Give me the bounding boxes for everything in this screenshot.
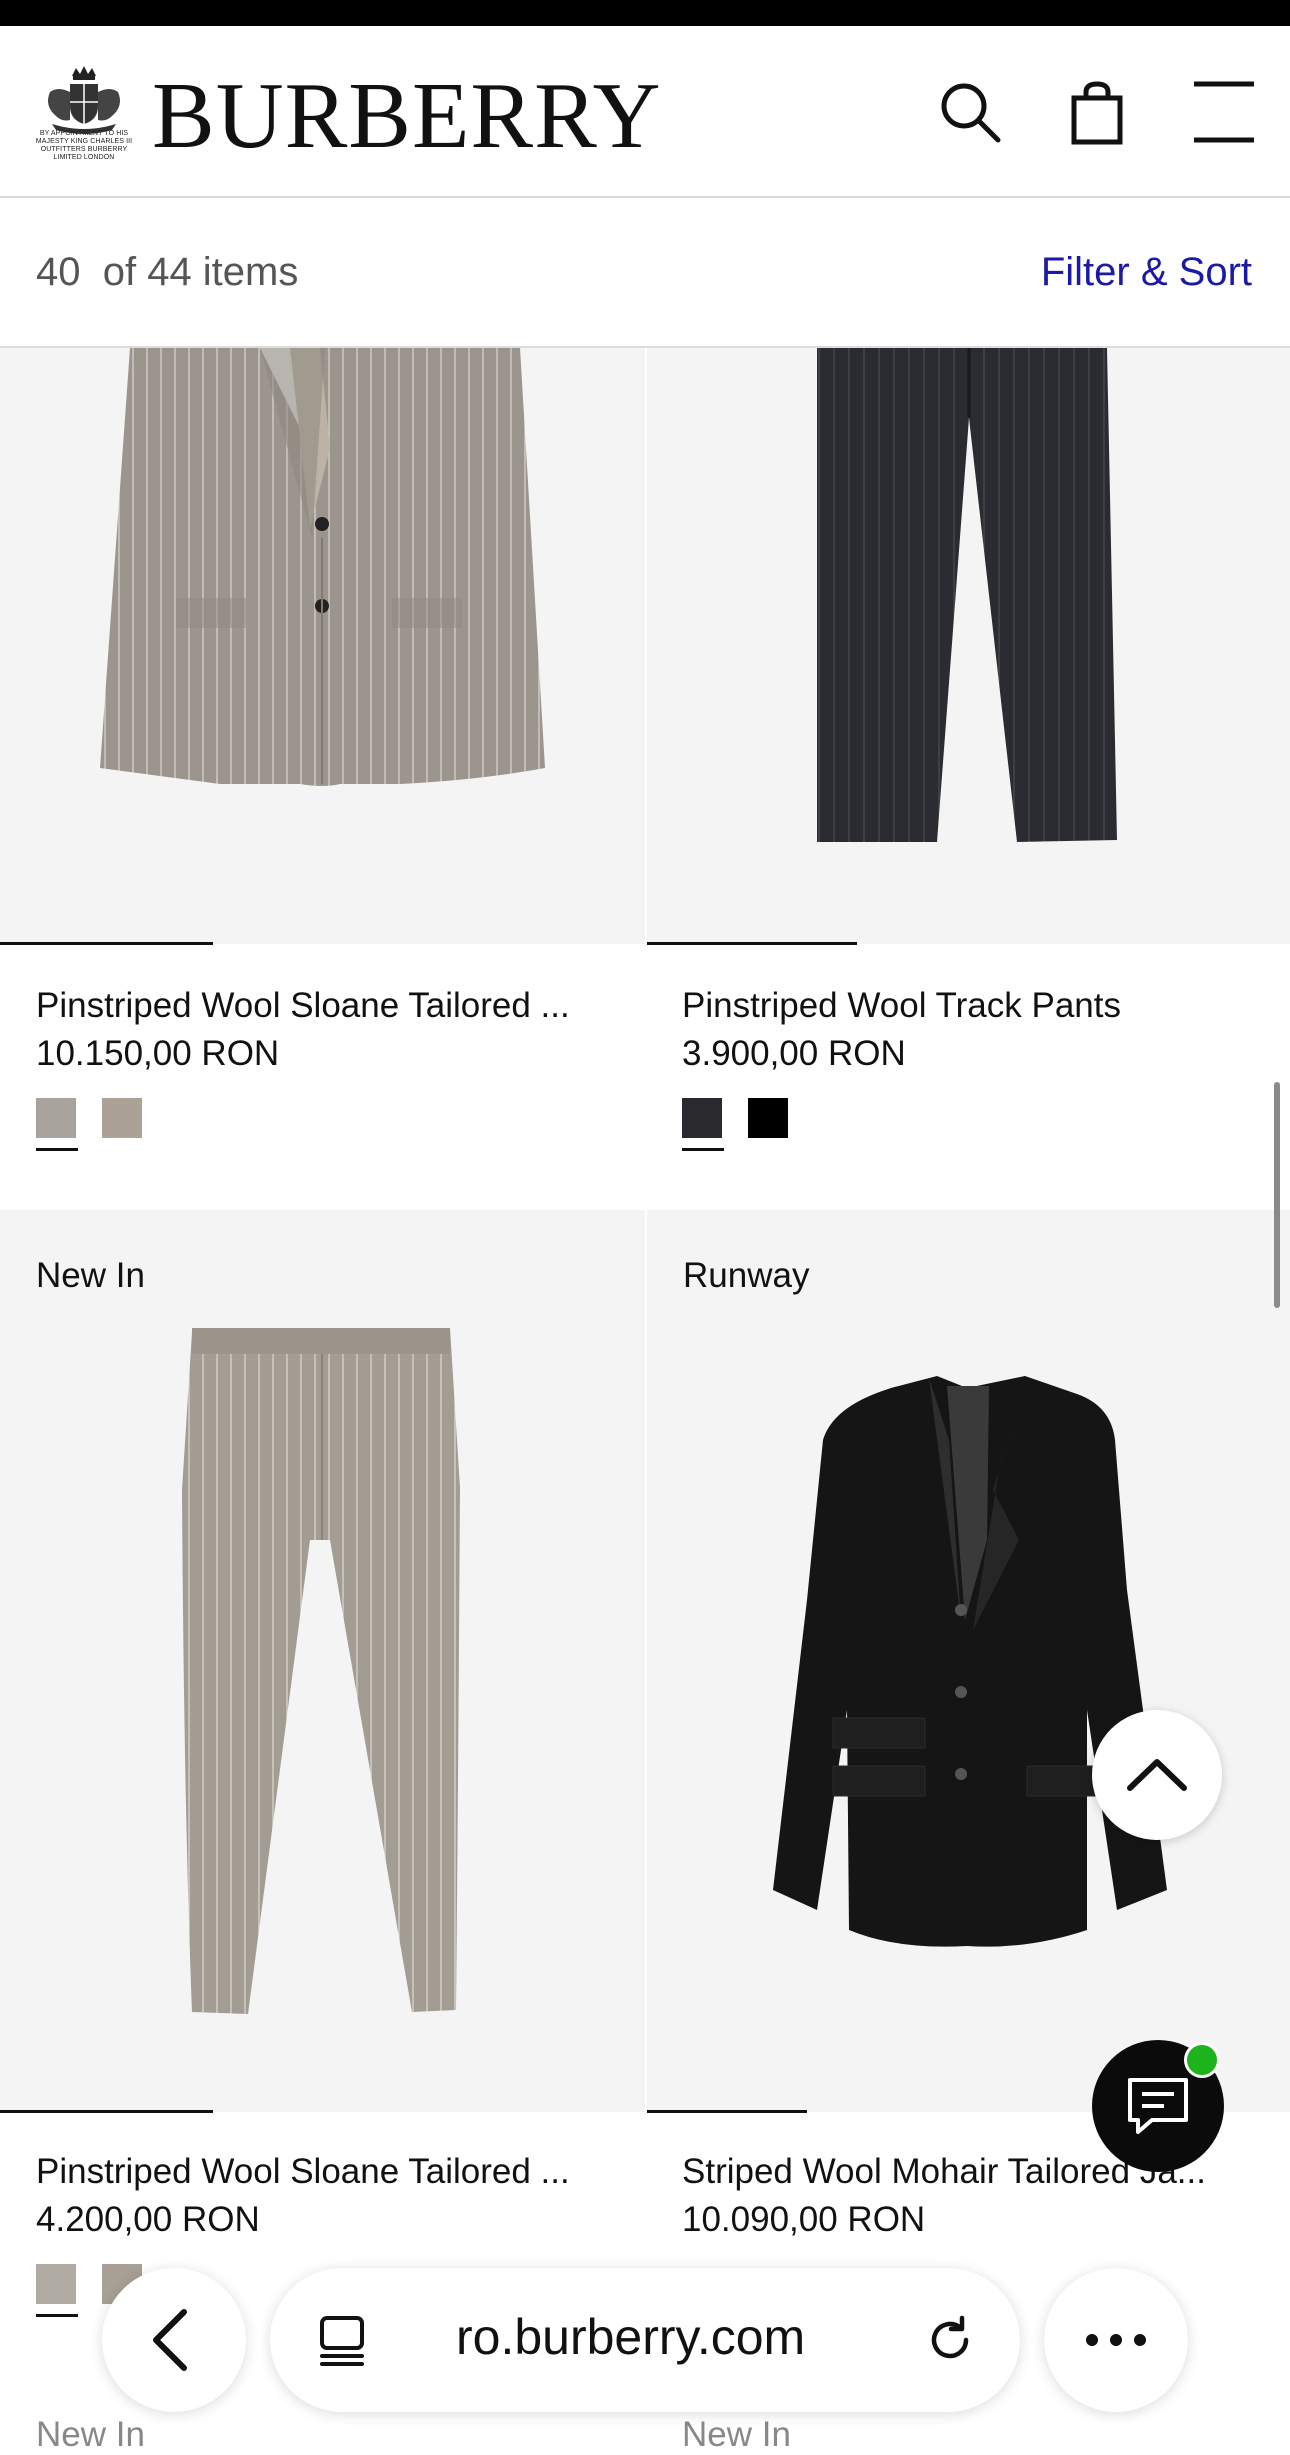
product-name[interactable]: Pinstriped Wool Sloane Tailored ... — [36, 2152, 570, 2192]
browser-url[interactable]: ro.burberry.com — [456, 2308, 805, 2366]
swatch-selected-indicator — [36, 2314, 78, 2317]
color-swatch[interactable] — [748, 1098, 788, 1138]
color-swatch[interactable] — [102, 1098, 142, 1138]
product-name[interactable]: Pinstriped Wool Sloane Tailored ... — [36, 986, 570, 1026]
trousers-charcoal-image — [817, 348, 1117, 842]
image-carousel-progress — [647, 2110, 807, 2113]
back-icon — [153, 2309, 187, 2371]
royal-warrant-text: BY APPOINTMENT TO HIS MAJESTY KING CHARL… — [35, 130, 133, 161]
back-to-top-button[interactable] — [1092, 1710, 1222, 1840]
more-icon — [1086, 2334, 1146, 2346]
product-price: 10.150,00 RON — [36, 1034, 280, 1073]
site-header: BY APPOINTMENT TO HIS MAJESTY KING CHARL… — [0, 26, 1290, 198]
product-name[interactable]: Pinstriped Wool Track Pants — [682, 986, 1121, 1026]
reload-icon[interactable] — [920, 2310, 980, 2370]
filter-sort-button[interactable]: Filter & Sort — [1041, 250, 1252, 295]
color-swatch[interactable] — [36, 2264, 76, 2304]
results-bar: 40 of 44 items Filter & Sort — [0, 198, 1290, 348]
product-price: 10.090,00 RON — [682, 2200, 926, 2239]
search-icon[interactable] — [936, 78, 1006, 148]
items-count: 40 of 44 items — [36, 250, 299, 294]
page-scrollbar[interactable] — [1274, 1082, 1280, 1308]
trousers-grey-image — [182, 1328, 460, 2014]
product-tag: New In — [36, 2415, 145, 2454]
swatch-selected-indicator — [682, 1148, 724, 1151]
tabs-icon[interactable] — [314, 2312, 370, 2368]
color-swatch[interactable] — [36, 1098, 76, 1138]
product-price: 3.900,00 RON — [682, 1034, 906, 1073]
product-image-trousers-grey[interactable]: New In — [0, 1210, 645, 2112]
product-image-jacket-grey[interactable] — [0, 348, 645, 944]
product-image-jacket-black[interactable]: Runway — [647, 1210, 1290, 2112]
image-carousel-progress — [647, 942, 857, 945]
jacket-grey-image — [100, 348, 545, 786]
chat-online-indicator — [1184, 2042, 1220, 2078]
shopping-bag-icon[interactable] — [1064, 78, 1134, 148]
product-price: 4.200,00 RON — [36, 2200, 260, 2239]
menu-icon[interactable] — [1190, 78, 1260, 148]
brand-logo[interactable]: BURBERRY — [152, 66, 662, 166]
browser-more-button[interactable] — [1044, 2268, 1188, 2412]
color-swatch[interactable] — [682, 1098, 722, 1138]
status-bar — [0, 0, 1290, 26]
chevron-up-icon — [1127, 1759, 1187, 1791]
jacket-black-image — [773, 1376, 1167, 1947]
product-image-trousers-charcoal[interactable] — [647, 348, 1290, 944]
image-carousel-progress — [0, 2110, 213, 2113]
product-tag: New In — [682, 2415, 791, 2454]
browser-back-button[interactable] — [102, 2268, 246, 2412]
image-carousel-progress — [0, 942, 213, 945]
swatch-selected-indicator — [36, 1148, 78, 1151]
